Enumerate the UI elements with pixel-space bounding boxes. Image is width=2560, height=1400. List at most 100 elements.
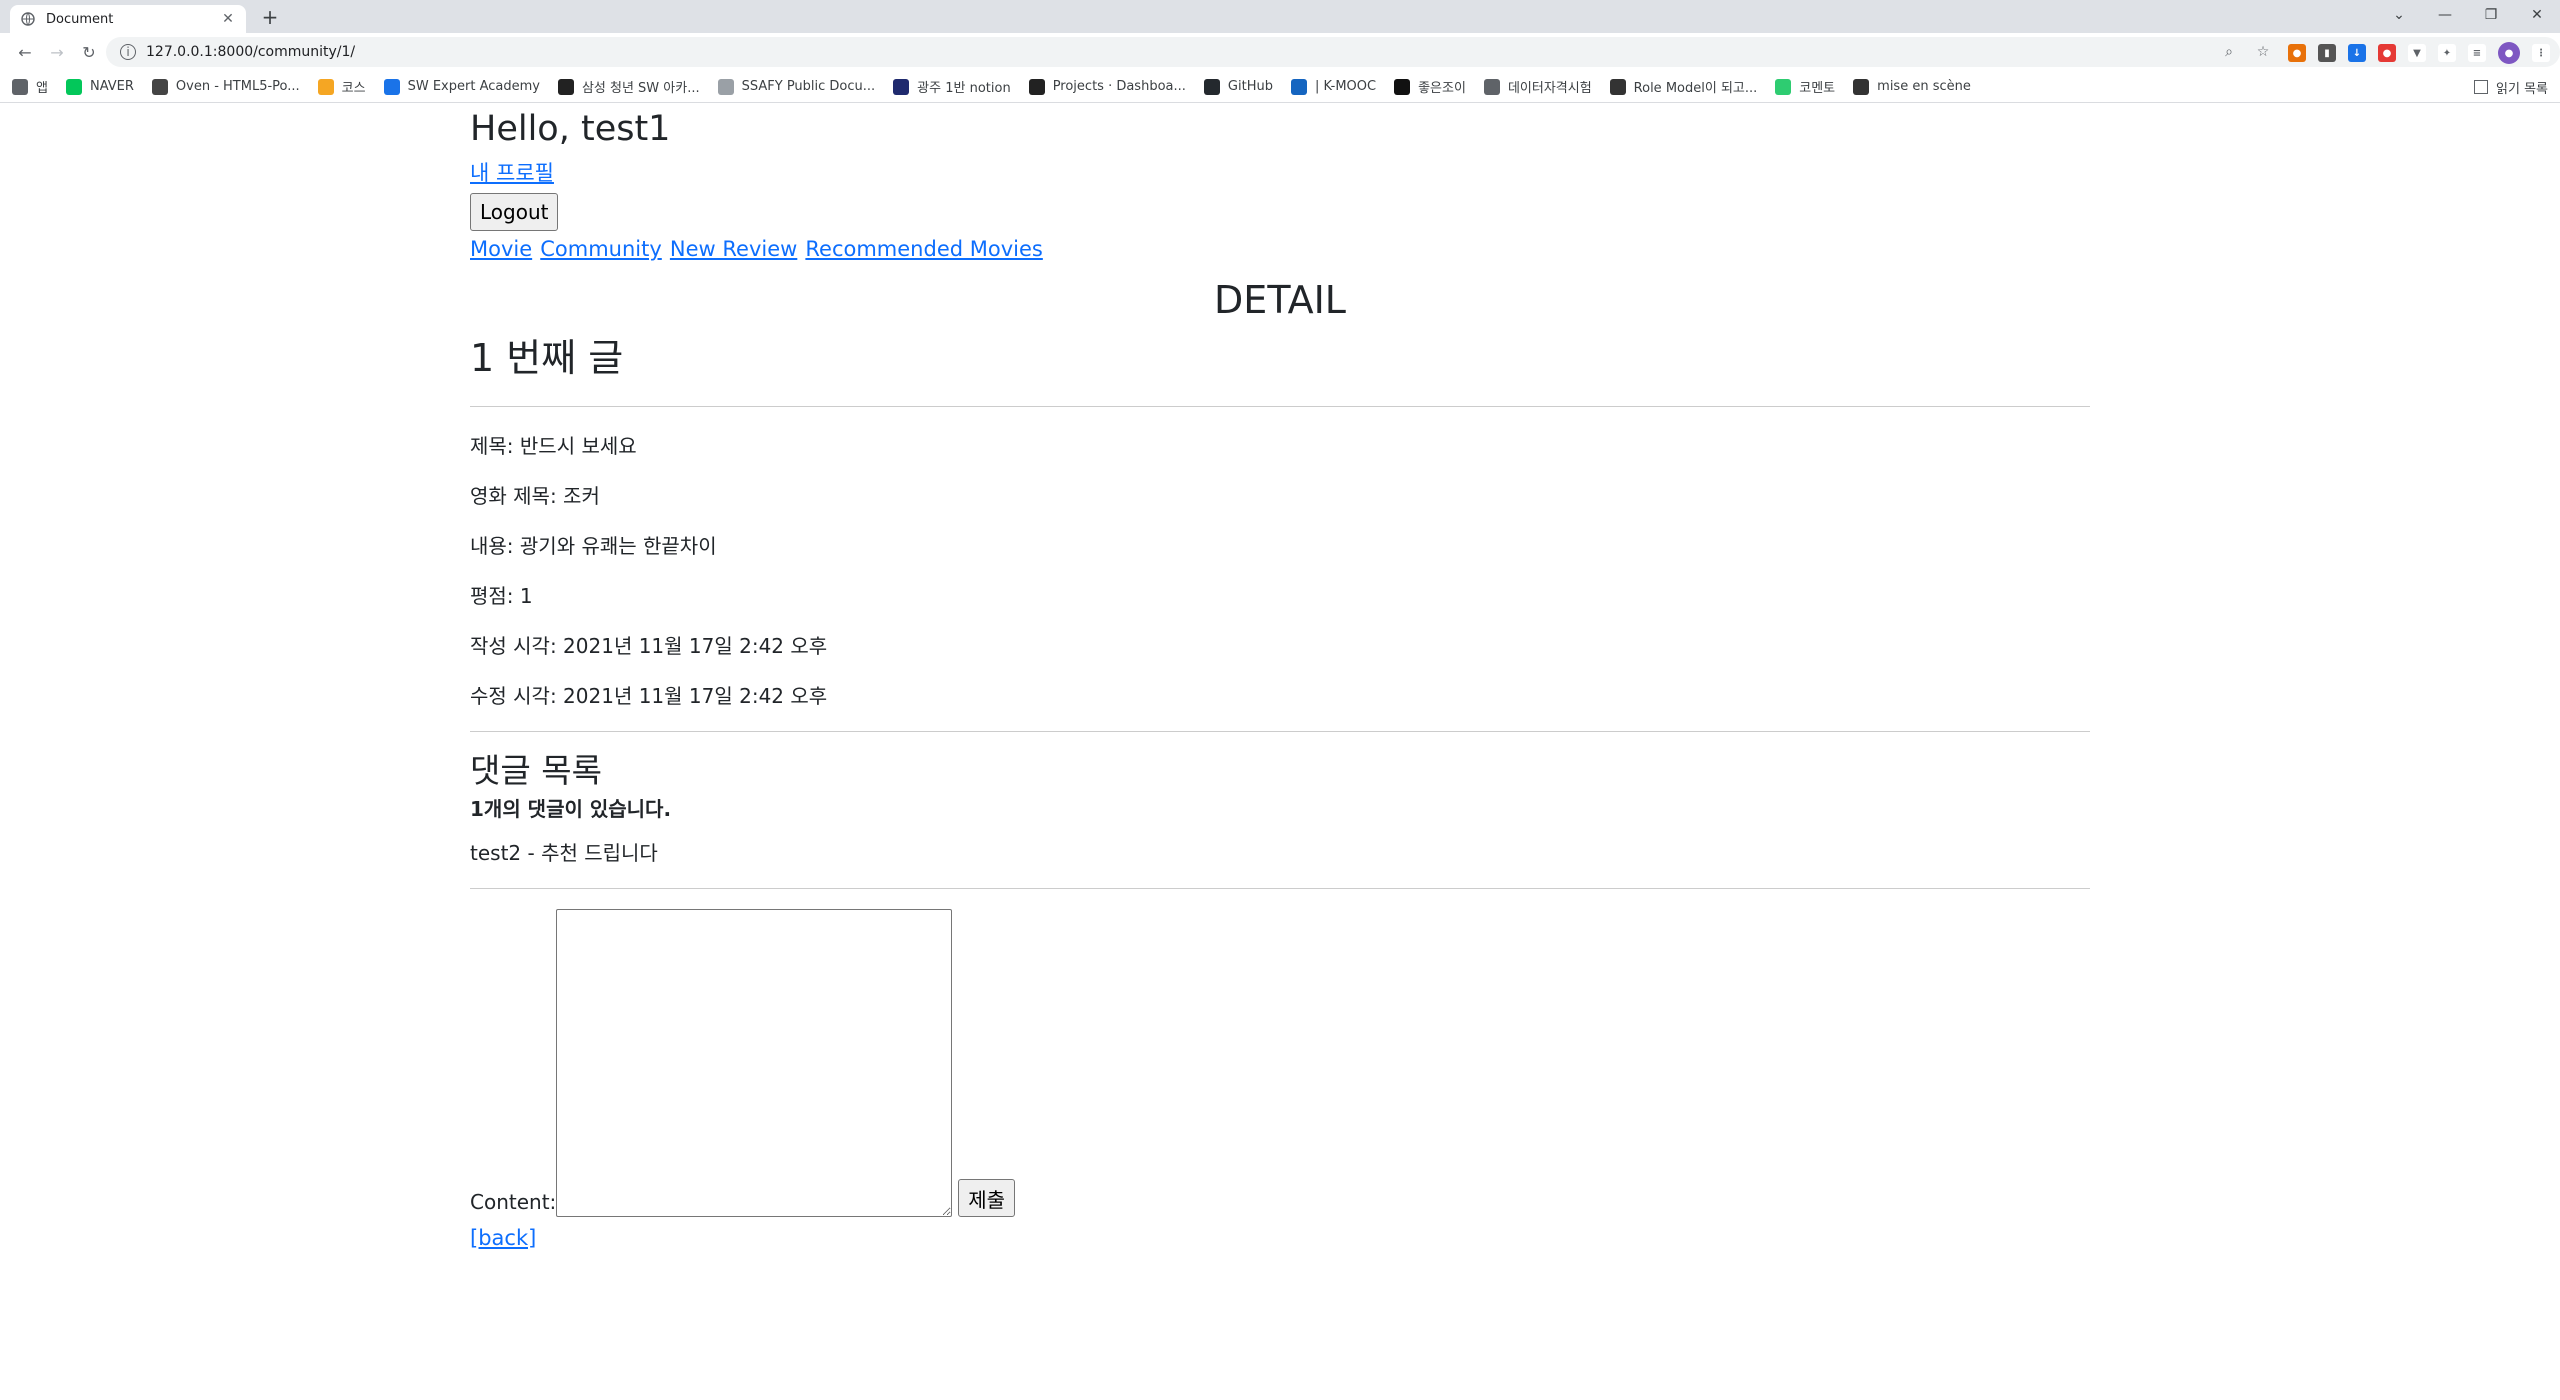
comento-icon [1775, 78, 1792, 95]
reading-list-icon [2474, 80, 2489, 94]
bookmark-item[interactable]: 광주 1반 notion [893, 77, 1011, 96]
bookmark-item[interactable]: | K-MOOC [1290, 78, 1377, 95]
bookmark-label: Oven - HTML5-Po... [175, 79, 300, 94]
kmooc-icon [1290, 78, 1307, 95]
comment-form: Content: 제출 [470, 909, 2090, 1217]
bookmark-label: SW Expert Academy [407, 79, 540, 94]
submit-button[interactable]: 제출 [958, 1179, 1016, 1217]
bookmark-label: | K-MOOC [1314, 79, 1377, 94]
bookmark-item[interactable]: SW Expert Academy [383, 78, 540, 95]
divider [470, 888, 2090, 889]
comments-title: 댓글 목록 [470, 751, 602, 790]
bookmark-label: 좋은조이 [1418, 81, 1466, 96]
dots-icon [1609, 78, 1626, 95]
browser-toolbar: ← → ↻ i 127.0.0.1:8000/community/1/ ⌕ ☆ … [0, 33, 2560, 71]
field-rank: 평점: 1 [470, 584, 533, 608]
my-profile-link[interactable]: 내 프로필 [470, 158, 2090, 188]
joy-icon [1394, 78, 1411, 95]
oven-icon [151, 78, 168, 95]
field-title: 제목: 반드시 보세요 [470, 434, 637, 458]
nav-link-recommended-movies[interactable]: Recommended Movies [805, 237, 1042, 261]
bookmark-item[interactable]: 좋은조이 [1394, 77, 1466, 96]
url-text[interactable]: 127.0.0.1:8000/community/1/ [146, 44, 2220, 60]
bookmark-label: 코스 [341, 81, 366, 96]
download-icon[interactable]: ↓ [2348, 44, 2366, 62]
pencil-icon [317, 78, 334, 95]
glasses-icon [1853, 78, 1870, 95]
bookmark-item[interactable]: SSAFY Public Docu... [717, 78, 876, 95]
bookmark-label: SSAFY Public Docu... [741, 79, 876, 94]
reading-list[interactable]: 읽기 목록 [2474, 71, 2548, 103]
field-movie-title: 영화 제목: 조커 [470, 484, 600, 508]
bookmark-item[interactable]: 코스 [317, 77, 366, 96]
forward-arrow-icon[interactable]: → [42, 37, 72, 67]
bookmark-item[interactable]: Projects · Dashboa... [1028, 78, 1186, 95]
bookmark-item[interactable]: Oven - HTML5-Po... [151, 78, 300, 95]
bookmark-item[interactable]: GitHub [1203, 78, 1273, 95]
extension-icon[interactable]: ▮ [2318, 44, 2336, 62]
notion-icon [893, 78, 910, 95]
content-label: Content: [470, 1190, 557, 1214]
bookmark-label: 삼성 청년 SW 아카... [581, 81, 700, 96]
restore-icon[interactable]: ❐ [2468, 7, 2514, 23]
bookmark-item[interactable]: 삼성 청년 SW 아카... [557, 77, 700, 96]
bookmark-item[interactable]: Role Model이 되고... [1609, 77, 1758, 96]
field-created-at: 작성 시각: 2021년 11월 17일 2:42 오후 [470, 634, 828, 658]
nav-link-community[interactable]: Community [540, 237, 662, 261]
address-bar[interactable]: i 127.0.0.1:8000/community/1/ ⌕ ☆ [106, 37, 2560, 67]
bookmark-label: Role Model이 되고... [1633, 81, 1758, 96]
logout-button[interactable]: Logout [470, 193, 559, 231]
comment-content-textarea[interactable] [556, 909, 953, 1217]
divider [470, 731, 2090, 732]
back-arrow-icon[interactable]: ← [10, 37, 40, 67]
puzzle-icon[interactable]: ✦ [2438, 44, 2456, 62]
main-nav: Movie Community New Review Recommended M… [470, 234, 2090, 266]
bookmark-item[interactable]: 데이터자격시험 [1483, 77, 1592, 96]
nav-link-new-review[interactable]: New Review [670, 237, 797, 261]
menu-kebab-icon[interactable]: ⋮ [2532, 44, 2550, 62]
comment-item: test2 - 추천 드립니다 [470, 841, 658, 865]
info-icon[interactable]: i [120, 44, 136, 60]
reading-list-label: 읽기 목록 [2496, 81, 2548, 97]
close-icon[interactable]: ✕ [220, 11, 236, 27]
dashboard-icon [1028, 78, 1045, 95]
close-window-icon[interactable]: ✕ [2514, 7, 2560, 23]
adblock-icon[interactable]: ● [2378, 44, 2396, 62]
bookmark-label: NAVER [89, 79, 134, 94]
bookmark-label: 코멘토 [1799, 81, 1836, 96]
star-icon[interactable]: ☆ [2254, 43, 2272, 61]
divider [470, 406, 2090, 407]
tab-title: Document [46, 11, 114, 27]
browser-tab-document[interactable]: Document ✕ [10, 5, 246, 33]
reload-icon[interactable]: ↻ [74, 37, 104, 67]
minimize-icon[interactable]: — [2422, 7, 2468, 23]
bookmark-label: 데이터자격시험 [1507, 81, 1592, 96]
field-content: 내용: 광기와 유쾌는 한끝차이 [470, 534, 717, 558]
browser-tabbar: Document ✕ + ⌄ — ❐ ✕ [0, 0, 2560, 33]
chevron-down-icon[interactable]: ⌄ [2376, 7, 2422, 23]
filter-icon[interactable]: ▼ [2408, 44, 2426, 62]
naver-icon [65, 78, 82, 95]
comment-list: test2 - 추천 드립니다 [470, 838, 2090, 868]
zoom-icon[interactable]: ⌕ [2220, 43, 2238, 61]
apps-grid-icon [12, 78, 28, 95]
github-icon [1203, 78, 1220, 95]
bookmark-item[interactable]: 코멘토 [1775, 77, 1835, 96]
back-link[interactable]: [back] [470, 1223, 2090, 1253]
bookmark-item[interactable]: 앱 [12, 77, 48, 96]
bookmark-label: 앱 [36, 81, 48, 96]
new-tab-button[interactable]: + [258, 5, 282, 29]
bookmark-item[interactable]: NAVER [65, 78, 134, 95]
profile-avatar[interactable]: ● [2498, 42, 2520, 64]
bookmarks-bar: 앱 NAVER Oven - HTML5-Po... 코스 SW Expert Acad… [0, 71, 2560, 103]
doc-icon [717, 78, 734, 95]
bookmark-item[interactable]: mise en scène [1853, 78, 1971, 95]
extension-icon[interactable]: ● [2288, 44, 2306, 62]
bookmark-label: 광주 1반 notion [917, 81, 1011, 96]
detail-heading: DETAIL [1214, 278, 1346, 322]
reading-list-icon[interactable]: ≡ [2468, 44, 2486, 62]
nav-link-movie[interactable]: Movie [470, 237, 532, 261]
greeting-heading: Hello, test1 [470, 109, 671, 149]
extensions-area: ● ▮ ↓ ● ▼ ✦ ≡ ● ⋮ [2288, 42, 2550, 64]
page-container: Hello, test1 내 프로필 Logout Movie Communit… [470, 103, 2090, 1253]
